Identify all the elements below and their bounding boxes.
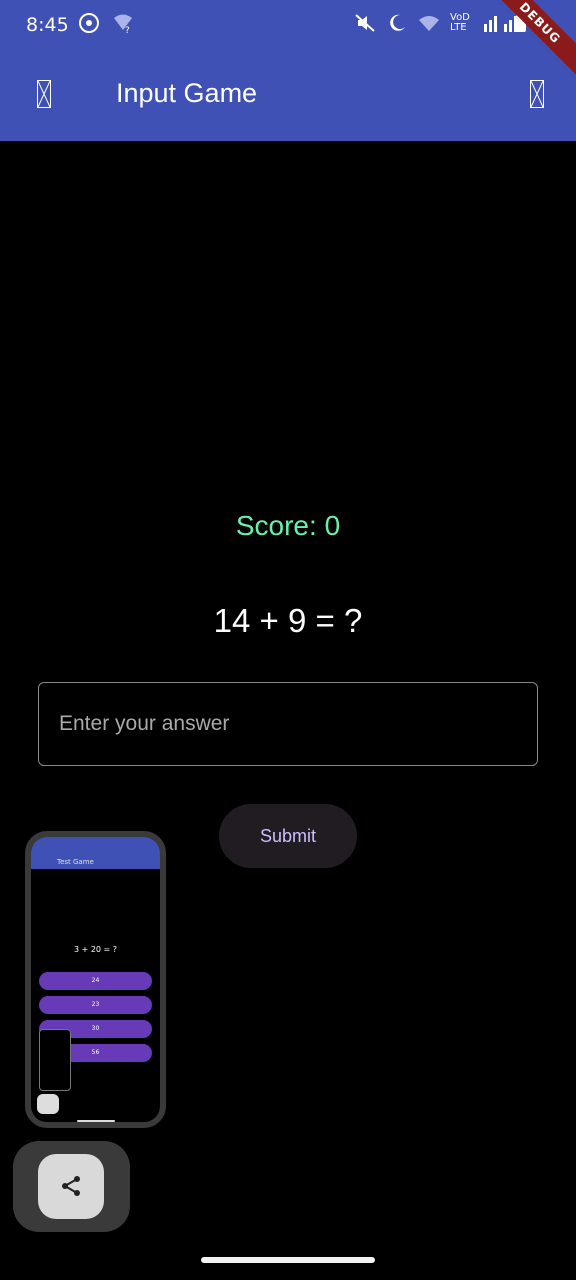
preview-home-indicator	[77, 1120, 115, 1122]
status-icons-left: ?	[78, 12, 134, 36]
wifi-question-icon: ?	[112, 12, 134, 36]
page-title: Input Game	[116, 78, 258, 108]
app-bar: Input Game	[0, 52, 576, 141]
preview-app-bar	[31, 837, 160, 869]
preview-question: 3 + 20 = ?	[73, 945, 118, 954]
preview-share-icon	[37, 1094, 59, 1114]
whatsapp-icon	[78, 12, 100, 34]
screenshot-preview[interactable]: Test Game 3 + 20 = ? 24 23 30 56	[25, 831, 166, 1128]
submit-button[interactable]: Submit	[219, 804, 357, 868]
moon-icon	[386, 12, 408, 34]
preview-title: Test Game	[57, 858, 94, 866]
debug-banner-container: DEBUG	[496, 0, 576, 80]
share-panel	[13, 1141, 130, 1232]
home-indicator[interactable]	[201, 1257, 375, 1263]
question-text: 14 + 9 = ?	[213, 602, 363, 639]
debug-banner: DEBUG	[496, 0, 576, 80]
preview-option: 23	[39, 996, 152, 1014]
status-bar: 8:45 ? VoD LTE	[0, 0, 576, 52]
missing-glyph-icon[interactable]	[37, 80, 51, 108]
answer-input[interactable]	[38, 682, 538, 766]
score-label: Score: 0	[235, 510, 341, 541]
missing-glyph-icon[interactable]	[530, 80, 544, 108]
mute-icon	[354, 12, 376, 34]
share-icon	[62, 1176, 80, 1196]
preview-option: 24	[39, 972, 152, 990]
network-label: VoD LTE	[450, 12, 470, 33]
wifi-icon	[418, 12, 440, 34]
preview-nested-thumbnail	[39, 1029, 71, 1091]
svg-text:?: ?	[125, 26, 130, 34]
status-time: 8:45	[26, 14, 69, 36]
share-button[interactable]	[38, 1154, 104, 1219]
